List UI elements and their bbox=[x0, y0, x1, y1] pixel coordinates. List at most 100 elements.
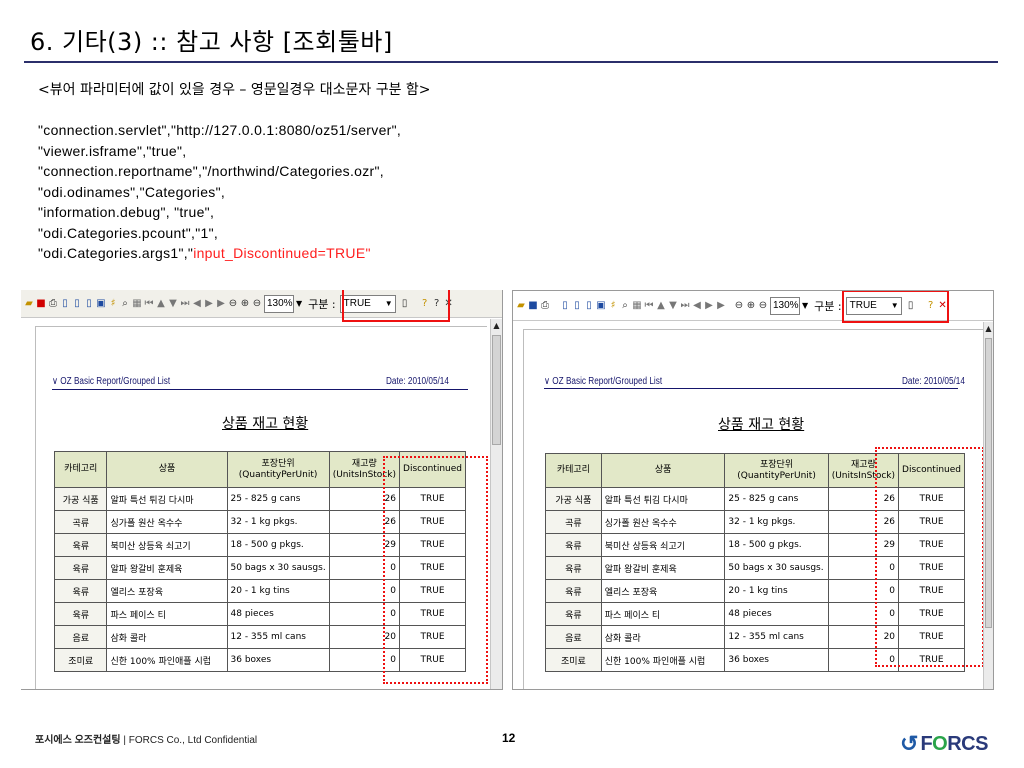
cell-unit: 32 - 1 kg pkgs. bbox=[226, 510, 330, 534]
logo-mark-icon: ↺ bbox=[900, 731, 919, 756]
page-icon[interactable]: ▯ bbox=[572, 299, 582, 313]
cell-category: 음료 bbox=[545, 625, 602, 649]
export-icon[interactable]: ▣ bbox=[596, 299, 606, 313]
cell-product: 북미산 상등육 쇠고기 bbox=[600, 533, 726, 557]
find-icon[interactable]: ⌕ bbox=[620, 299, 630, 313]
scroll-up-icon[interactable]: ▲ bbox=[491, 321, 502, 330]
zoom-out-icon[interactable]: ⊖ bbox=[758, 299, 768, 313]
forcs-logo: ↺ FORCS bbox=[900, 731, 988, 756]
cell-unit: 36 boxes bbox=[226, 648, 330, 672]
cell-unit: 18 - 500 g pkgs. bbox=[226, 533, 330, 557]
export-icon[interactable]: ▣ bbox=[96, 297, 106, 311]
back-icon[interactable]: ◀ bbox=[192, 297, 202, 311]
report-header-left: ∨ OZ Basic Report/Grouped List bbox=[544, 376, 663, 387]
thumbnail-icon[interactable]: ▦ bbox=[132, 297, 142, 311]
company-korean: 포시에스 오즈컨설팅 bbox=[35, 735, 121, 746]
tree-icon[interactable]: ♯ bbox=[108, 297, 118, 311]
page-icon[interactable]: ▯ bbox=[84, 297, 94, 311]
code-line: "connection.reportname","/northwind/Cate… bbox=[38, 163, 384, 179]
code-highlight: input_Discontinued=TRUE" bbox=[193, 245, 371, 261]
scroll-up-icon[interactable]: ▲ bbox=[984, 324, 993, 333]
chevron-down-icon[interactable]: ▼ bbox=[296, 299, 302, 308]
last-page-icon[interactable]: ⏭ bbox=[680, 299, 690, 313]
cell-product: 알파 특선 튀김 다시마 bbox=[600, 487, 726, 511]
cell-unit: 18 - 500 g pkgs. bbox=[724, 533, 829, 557]
cell-product: 파스 페이스 티 bbox=[600, 602, 726, 626]
zoom-select[interactable]: 130% bbox=[264, 294, 294, 313]
highlight-box bbox=[342, 290, 450, 322]
zoom-in-icon[interactable]: ⊕ bbox=[240, 297, 250, 311]
cell-product: 엘리스 포장육 bbox=[600, 579, 726, 603]
save-icon[interactable]: ■ bbox=[528, 299, 538, 313]
cell-unit: 48 pieces bbox=[226, 602, 330, 626]
page-icon[interactable]: ▯ bbox=[60, 297, 70, 311]
page-icon[interactable]: ▯ bbox=[560, 299, 570, 313]
cell-category: 가공 식품 bbox=[53, 487, 108, 511]
scroll-thumb[interactable] bbox=[492, 335, 501, 445]
print-icon[interactable]: ⎙ bbox=[540, 299, 550, 313]
viewer-screenshot-right: ▰ ■ ⎙ ▯ ▯ ▯ ▣ ♯ ⌕ ▦ ⏮ ▲ ▼ ⏭ ◀ ▶ ▶ ⊖ ⊕ ⊖ … bbox=[512, 290, 994, 690]
next-page-icon[interactable]: ▼ bbox=[168, 297, 178, 311]
tree-icon[interactable]: ♯ bbox=[608, 299, 618, 313]
chevron-down-icon[interactable]: ▼ bbox=[802, 301, 808, 310]
cell-unit: 20 - 1 kg tins bbox=[226, 579, 330, 603]
vertical-scrollbar[interactable]: ▲ bbox=[490, 319, 502, 689]
footer-separator: | bbox=[120, 735, 129, 746]
cell-unit: 12 - 355 ml cans bbox=[226, 625, 330, 649]
first-page-icon[interactable]: ⏮ bbox=[144, 297, 154, 311]
prev-page-icon[interactable]: ▲ bbox=[156, 297, 166, 311]
back-icon[interactable]: ◀ bbox=[692, 299, 702, 313]
open-icon[interactable]: ▰ bbox=[24, 297, 34, 311]
separator bbox=[552, 299, 558, 313]
page-icon[interactable]: ▯ bbox=[72, 297, 82, 311]
highlight-dotted-box bbox=[383, 456, 488, 684]
viewer-screenshot-left: ▰ ■ ⎙ ▯ ▯ ▯ ▣ ♯ ⌕ ▦ ⏮ ▲ ▼ ⏭ ◀ ▶ ▶ ⊖ ⊕ ⊖ … bbox=[21, 290, 503, 690]
page-number: 12 bbox=[502, 731, 516, 745]
report-header-rule bbox=[544, 388, 958, 389]
end-icon[interactable]: ▶ bbox=[216, 297, 226, 311]
vertical-scrollbar[interactable]: ▲ bbox=[983, 322, 993, 689]
col-header: 포장단위 (QuantityPerUnit) bbox=[226, 451, 330, 488]
save-icon[interactable]: ■ bbox=[36, 297, 46, 311]
last-page-icon[interactable]: ⏭ bbox=[180, 297, 190, 311]
find-icon[interactable]: ⌕ bbox=[120, 297, 130, 311]
code-line: "connection.servlet","http://127.0.0.1:8… bbox=[38, 122, 402, 138]
logo-letter: F bbox=[920, 732, 933, 755]
cell-unit: 32 - 1 kg pkgs. bbox=[724, 510, 829, 534]
cell-category: 육류 bbox=[53, 602, 108, 626]
next-page-icon[interactable]: ▼ bbox=[668, 299, 678, 313]
col-header: 포장단위 (QuantityPerUnit) bbox=[724, 453, 829, 488]
open-icon[interactable]: ▰ bbox=[516, 299, 526, 313]
zoom-select[interactable]: 130% bbox=[770, 296, 800, 315]
logo-letter-o: O bbox=[932, 732, 948, 755]
cell-category: 육류 bbox=[545, 579, 602, 603]
zoom-out-icon[interactable]: ⊖ bbox=[252, 297, 262, 311]
cell-category: 육류 bbox=[545, 533, 602, 557]
end-icon[interactable]: ▶ bbox=[716, 299, 726, 313]
thumbnail-icon[interactable]: ▦ bbox=[632, 299, 642, 313]
cell-category: 가공 식품 bbox=[545, 487, 602, 511]
cell-unit: 12 - 355 ml cans bbox=[724, 625, 829, 649]
cell-category: 조미료 bbox=[545, 648, 602, 672]
highlight-box bbox=[842, 291, 949, 323]
print-icon[interactable]: ⎙ bbox=[48, 297, 58, 311]
logo-text: FORCS bbox=[920, 733, 988, 756]
page-icon[interactable]: ▯ bbox=[584, 299, 594, 313]
cell-unit: 20 - 1 kg tins bbox=[724, 579, 829, 603]
scroll-thumb[interactable] bbox=[985, 338, 992, 628]
cell-category: 육류 bbox=[545, 602, 602, 626]
code-line: "odi.Categories.pcount","1", bbox=[38, 224, 219, 241]
title-divider bbox=[24, 61, 998, 63]
separator bbox=[728, 299, 732, 313]
prev-page-icon[interactable]: ▲ bbox=[656, 299, 666, 313]
cell-category: 육류 bbox=[545, 556, 602, 580]
cell-product: 북미산 상등육 쇠고기 bbox=[106, 533, 228, 557]
code-line: "information.debug", "true", bbox=[38, 204, 215, 220]
forward-icon[interactable]: ▶ bbox=[704, 299, 714, 313]
zoom-fit-icon[interactable]: ⊖ bbox=[734, 299, 744, 313]
zoom-fit-icon[interactable]: ⊖ bbox=[228, 297, 238, 311]
first-page-icon[interactable]: ⏮ bbox=[644, 299, 654, 313]
footer-company: 포시에스 오즈컨설팅 | FORCS Co., Ltd Confidential bbox=[35, 731, 257, 746]
zoom-in-icon[interactable]: ⊕ bbox=[746, 299, 756, 313]
forward-icon[interactable]: ▶ bbox=[204, 297, 214, 311]
